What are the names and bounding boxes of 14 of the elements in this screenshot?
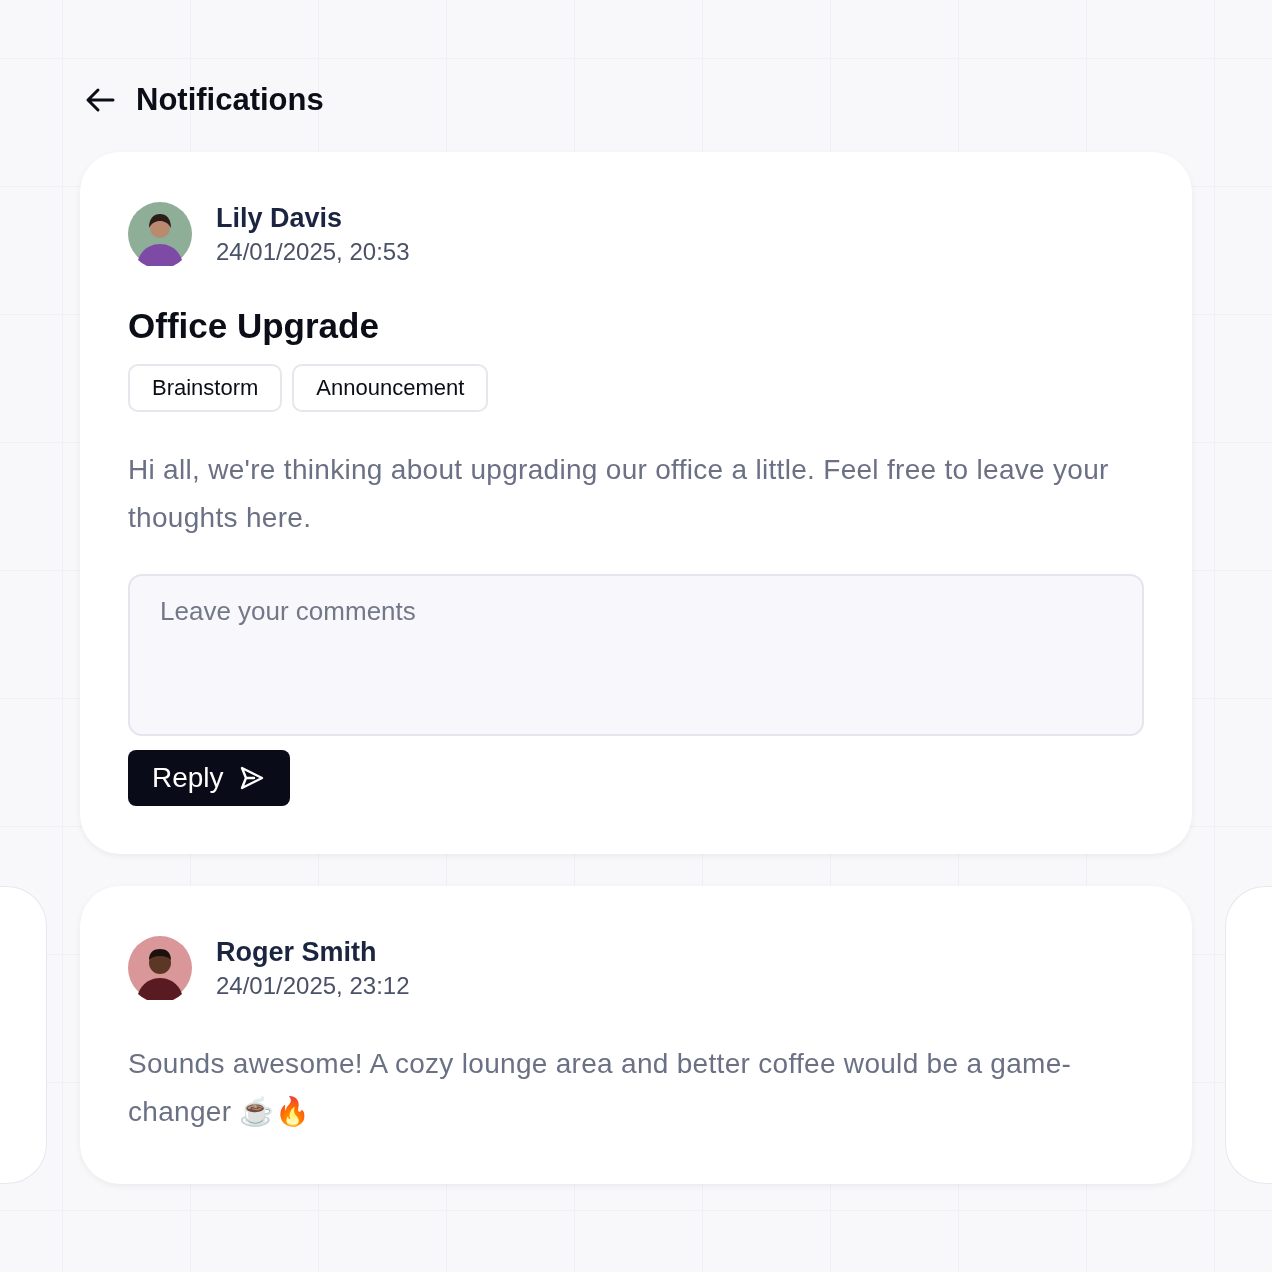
avatar-icon [128, 202, 192, 266]
avatar-icon [128, 936, 192, 1000]
post-time: 24/01/2025, 23:12 [216, 971, 410, 1000]
author-name: Lily Davis [216, 202, 344, 234]
reply-button[interactable]: Reply [128, 750, 290, 806]
page-title: Notifications [136, 82, 324, 118]
author-name: Roger Smith [216, 936, 378, 968]
post-title: Office Upgrade [128, 306, 380, 346]
tag: Brainstorm [128, 364, 283, 412]
tag: Announcement [292, 364, 489, 412]
post-body: Hi all, we're thinking about upgrading our office a little. Feel free to leave your thoughts here. [128, 453, 1110, 535]
comment-field[interactable]: Leave your comments [128, 574, 1144, 736]
reply-body: Sounds awesome! A cozy lounge area and better coffee would be a game-changer ☕🔥 [128, 1047, 1073, 1129]
post-time: 24/01/2025, 20:53 [216, 237, 410, 266]
